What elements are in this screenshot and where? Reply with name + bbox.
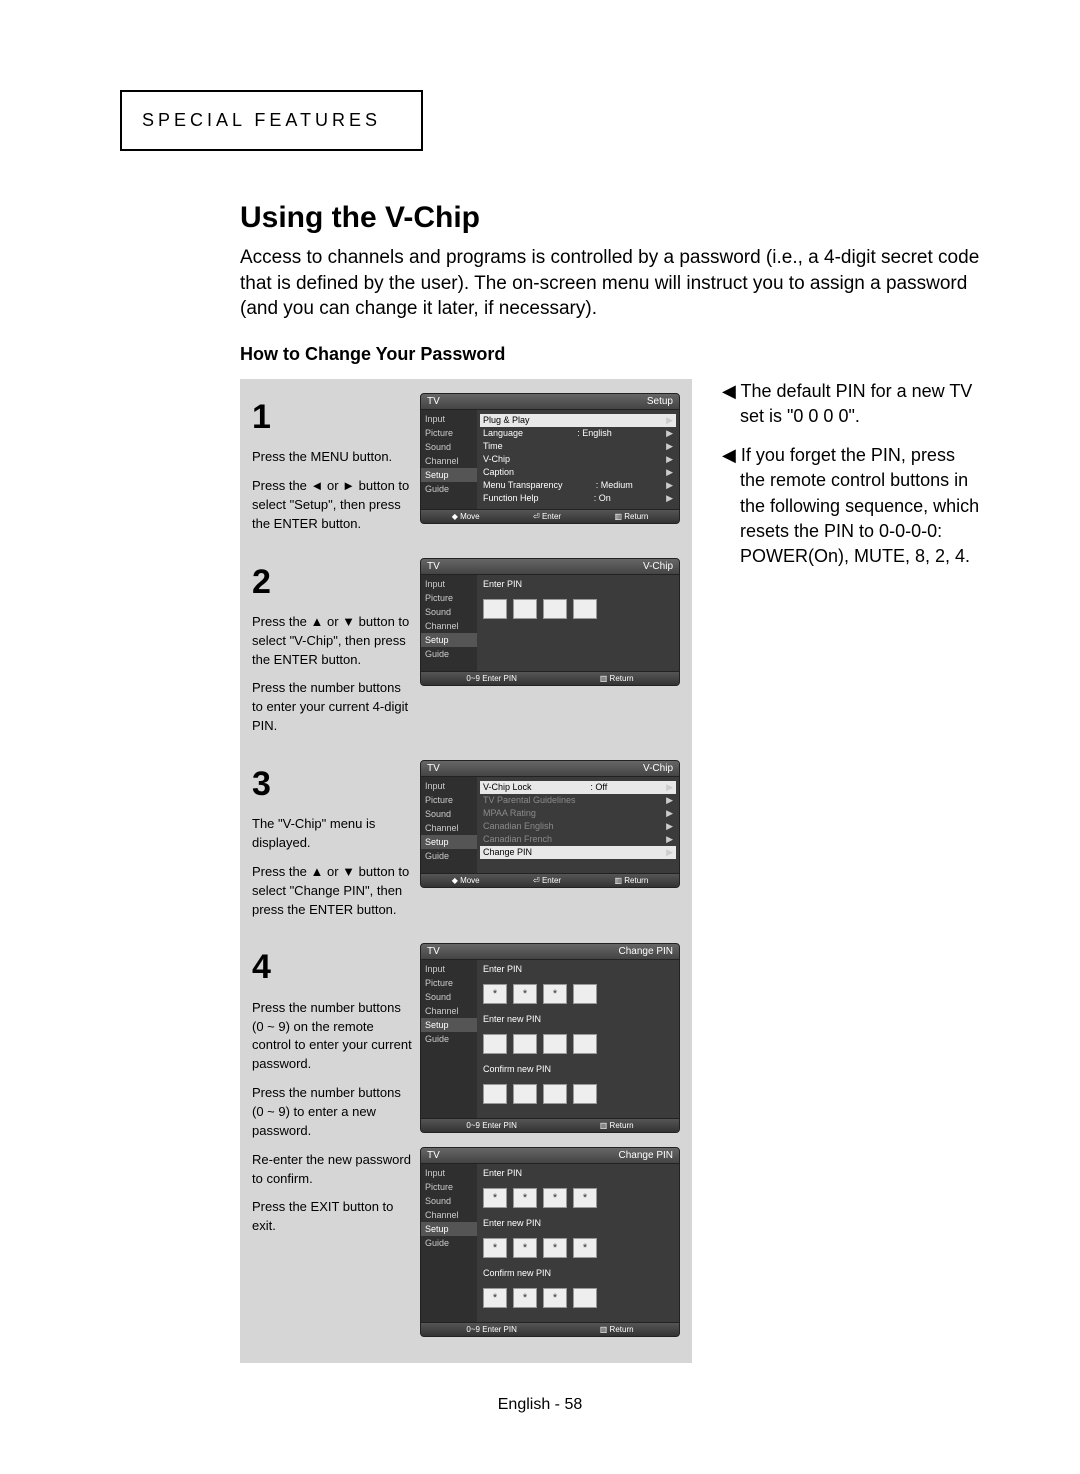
osd-side-item: Input xyxy=(421,412,477,426)
osd-side-item: Guide xyxy=(421,1032,477,1046)
osd-side-item: Sound xyxy=(421,605,477,619)
osd-menu-row: V-Chip▶ xyxy=(483,453,673,466)
osd-menu-row: Canadian French▶ xyxy=(483,833,673,846)
osd-sidebar: InputPictureSoundChannelSetupGuide xyxy=(421,410,477,509)
osd-side-item: Channel xyxy=(421,454,477,468)
osd-side-item: Guide xyxy=(421,849,477,863)
osd-side-item: Guide xyxy=(421,482,477,496)
steps-panel: 1 Press the MENU button. Press the ◄ or … xyxy=(240,379,692,1364)
osd-menu-row: Canadian English▶ xyxy=(483,820,673,833)
step-text: Press the ▲ or ▼ button to select "Chang… xyxy=(252,863,412,920)
side-notes: The default PIN for a new TV set is "0 0… xyxy=(722,379,980,583)
osd-menu-row: Function Help: On▶ xyxy=(483,492,673,505)
category-label: SPECIAL FEATURES xyxy=(142,110,381,130)
step-number: 1 xyxy=(252,393,412,442)
step-text: Press the ▲ or ▼ button to select "V-Chi… xyxy=(252,613,412,670)
osd-side-item: Sound xyxy=(421,1194,477,1208)
osd-side-item: Channel xyxy=(421,619,477,633)
osd-side-item: Picture xyxy=(421,1180,477,1194)
category-box: SPECIAL FEATURES xyxy=(120,90,423,151)
pin-digit xyxy=(483,599,507,619)
osd-menu-row: Menu Transparency: Medium▶ xyxy=(483,479,673,492)
step: 3 The "V-Chip" menu is displayed. Press … xyxy=(252,746,680,930)
step-text: Re-enter the new password to confirm. xyxy=(252,1151,412,1189)
note-item: The default PIN for a new TV set is "0 0… xyxy=(722,379,980,429)
osd-side-item: Picture xyxy=(421,591,477,605)
page-footer: English - 58 xyxy=(0,1396,1080,1414)
osd-side-item: Setup xyxy=(421,1018,477,1032)
osd-menu-row: TV Parental Guidelines▶ xyxy=(483,794,673,807)
step-text: Press the number buttons (0 ~ 9) on the … xyxy=(252,999,412,1074)
step-number: 3 xyxy=(252,760,412,809)
osd-setup-menu: TVSetup InputPictureSoundChannelSetupGui… xyxy=(420,393,680,524)
note-item: If you forget the PIN, press the remote … xyxy=(722,443,980,569)
osd-side-item: Setup xyxy=(421,468,477,482)
step-text: Press the MENU button. xyxy=(252,448,412,467)
osd-side-item: Setup xyxy=(421,835,477,849)
osd-side-item: Setup xyxy=(421,1222,477,1236)
osd-menu-row: Caption▶ xyxy=(483,466,673,479)
pin-digit xyxy=(573,599,597,619)
osd-menu-row: Time▶ xyxy=(483,440,673,453)
step-text: Press the number buttons (0 ~ 9) to ente… xyxy=(252,1084,412,1141)
intro-paragraph: Access to channels and programs is contr… xyxy=(240,245,980,322)
osd-side-item: Channel xyxy=(421,821,477,835)
osd-side-item: Picture xyxy=(421,793,477,807)
osd-side-item: Guide xyxy=(421,647,477,661)
osd-side-item: Setup xyxy=(421,633,477,647)
osd-side-item: Input xyxy=(421,779,477,793)
step-number: 2 xyxy=(252,558,412,607)
osd-menu-row: Language: English▶ xyxy=(483,427,673,440)
step: 1 Press the MENU button. Press the ◄ or … xyxy=(252,379,680,544)
osd-side-item: Picture xyxy=(421,976,477,990)
osd-side-item: Sound xyxy=(421,440,477,454)
manual-page: SPECIAL FEATURES Using the V-Chip Access… xyxy=(0,0,1080,1403)
page-title: Using the V-Chip xyxy=(240,201,980,235)
osd-side-item: Channel xyxy=(421,1208,477,1222)
step-text: Press the ◄ or ► button to select "Setup… xyxy=(252,477,412,534)
osd-side-item: Input xyxy=(421,577,477,591)
pin-digit xyxy=(543,599,567,619)
step-text: The "V-Chip" menu is displayed. xyxy=(252,815,412,853)
osd-menu-row: V-Chip Lock: Off▶ xyxy=(480,781,676,794)
step: 4 Press the number buttons (0 ~ 9) on th… xyxy=(252,929,680,1351)
pin-entry xyxy=(483,599,673,619)
section-subhead: How to Change Your Password xyxy=(240,344,980,365)
osd-side-item: Guide xyxy=(421,1236,477,1250)
osd-change-pin-b: TVChange PIN InputPictureSoundChannelSet… xyxy=(420,1147,680,1337)
osd-vchip-menu: TVV-Chip InputPictureSoundChannelSetupGu… xyxy=(420,760,680,888)
step-text: Press the EXIT button to exit. xyxy=(252,1198,412,1236)
osd-side-item: Sound xyxy=(421,807,477,821)
osd-side-item: Picture xyxy=(421,426,477,440)
osd-enter-pin: TVV-Chip InputPictureSoundChannelSetupGu… xyxy=(420,558,680,686)
pin-digit xyxy=(513,599,537,619)
step: 2 Press the ▲ or ▼ button to select "V-C… xyxy=(252,544,680,746)
osd-side-item: Channel xyxy=(421,1004,477,1018)
osd-side-item: Input xyxy=(421,962,477,976)
osd-menu-row: MPAA Rating▶ xyxy=(483,807,673,820)
osd-side-item: Input xyxy=(421,1166,477,1180)
step-text: Press the number buttons to enter your c… xyxy=(252,679,412,736)
osd-change-pin-a: TVChange PIN InputPictureSoundChannelSet… xyxy=(420,943,680,1133)
step-number: 4 xyxy=(252,943,412,992)
osd-menu-row: Change PIN▶ xyxy=(480,846,676,859)
osd-menu-row: Plug & Play▶ xyxy=(480,414,676,427)
osd-side-item: Sound xyxy=(421,990,477,1004)
